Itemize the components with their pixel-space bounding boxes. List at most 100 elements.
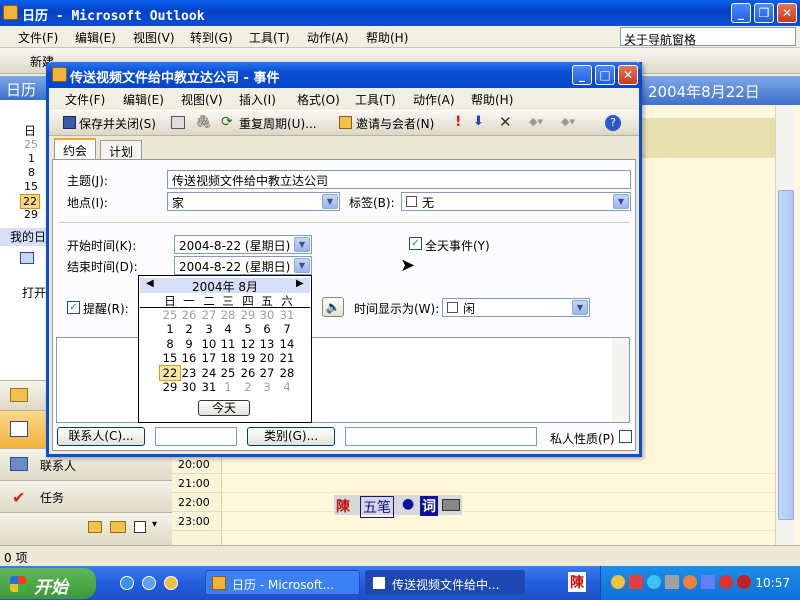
tray-icon[interactable] xyxy=(665,575,679,589)
tray-icon[interactable] xyxy=(611,575,625,589)
chevron-down-icon[interactable]: ▼ xyxy=(322,194,338,209)
day-cell[interactable]: 15 xyxy=(160,351,180,365)
dlg-menu-file[interactable]: 文件(F) xyxy=(65,91,105,108)
tag-select[interactable]: 无 ▼ xyxy=(401,192,631,211)
day-cell[interactable]: 21 xyxy=(277,351,297,365)
day-cell[interactable]: 12 xyxy=(238,337,258,351)
selected-day-cell[interactable]: 22 xyxy=(159,364,181,381)
day-cell[interactable]: 4 xyxy=(277,380,297,394)
calendar-scrollbar[interactable] xyxy=(775,105,795,545)
day-cell[interactable]: 24 xyxy=(199,366,219,380)
high-importance-icon[interactable]: ! xyxy=(455,114,461,130)
day-cell[interactable]: 29 xyxy=(238,308,258,322)
dialog-close-button[interactable]: ✕ xyxy=(618,65,638,85)
day-cell[interactable]: 31 xyxy=(199,380,219,394)
maximize-button[interactable]: ❐ xyxy=(754,3,774,23)
day-cell[interactable]: 10 xyxy=(199,337,219,351)
day-cell[interactable]: 27 xyxy=(257,366,277,380)
day-cell[interactable]: 26 xyxy=(179,308,199,322)
menu-file[interactable]: 文件(F) xyxy=(18,29,58,46)
day-cell[interactable]: 23 xyxy=(179,366,199,380)
categories-field[interactable] xyxy=(345,427,537,446)
day-cell[interactable]: 1 xyxy=(218,380,238,394)
menu-help[interactable]: 帮助(H) xyxy=(366,29,408,46)
recurrence-button[interactable]: 重复周期(U)... xyxy=(239,115,317,132)
ime-mode[interactable]: 陳 xyxy=(336,496,350,516)
ime-fullwidth[interactable]: ● xyxy=(402,496,414,512)
day-cell[interactable]: 17 xyxy=(199,351,219,365)
day-cell[interactable]: 30 xyxy=(257,308,277,322)
chevron-down-icon[interactable]: ▼ xyxy=(294,237,310,252)
quicklaunch-outlook-icon[interactable] xyxy=(164,576,178,590)
day-cell[interactable]: 6 xyxy=(257,322,277,336)
save-close-button[interactable]: 保存并关闭(S) xyxy=(79,115,156,132)
mini-cal-day[interactable]: 15 xyxy=(24,180,38,193)
menu-view[interactable]: 视图(V) xyxy=(133,29,175,46)
help-search-box[interactable]: 关于导航窗格 xyxy=(620,27,796,47)
ime-word[interactable]: 词 xyxy=(420,496,438,516)
dlg-menu-actions[interactable]: 动作(A) xyxy=(413,91,455,108)
chevron-down-icon[interactable]: ▼ xyxy=(572,300,588,315)
invite-attendees-button[interactable]: 邀请与会者(N) xyxy=(356,115,434,132)
start-button[interactable]: 开始 xyxy=(0,568,96,599)
taskbar-item-calendar[interactable]: 日历 - Microsoft... xyxy=(205,570,360,595)
day-cell[interactable]: 5 xyxy=(238,322,258,336)
day-cell[interactable]: 11 xyxy=(218,337,238,351)
open-shared-calendar-link[interactable]: 打开 xyxy=(22,284,46,301)
scrollbar-thumb[interactable] xyxy=(778,190,794,520)
mini-cal-day[interactable]: 25 xyxy=(24,138,38,151)
minimize-button[interactable]: _ xyxy=(731,3,751,23)
location-select[interactable]: 家 ▼ xyxy=(167,192,340,211)
day-cell[interactable]: 27 xyxy=(199,308,219,322)
day-cell[interactable]: 4 xyxy=(218,322,238,336)
chevron-down-icon[interactable]: ▼ xyxy=(294,258,310,273)
menu-tools[interactable]: 工具(T) xyxy=(249,29,290,46)
notes-scrollbar[interactable] xyxy=(612,338,629,422)
day-cell[interactable]: 14 xyxy=(277,337,297,351)
ime-wubi[interactable]: 五笔 xyxy=(360,496,394,518)
day-cell[interactable]: 18 xyxy=(218,351,238,365)
day-cell[interactable]: 2 xyxy=(238,380,258,394)
day-cell[interactable]: 30 xyxy=(179,380,199,394)
quicklaunch-browser-icon[interactable] xyxy=(142,576,156,590)
day-cell[interactable]: 3 xyxy=(199,322,219,336)
tray-icon[interactable] xyxy=(719,575,733,589)
menu-edit[interactable]: 编辑(E) xyxy=(75,29,116,46)
configure-buttons-icon[interactable]: ▾ xyxy=(152,519,157,530)
day-column[interactable] xyxy=(222,455,775,545)
dlg-menu-insert[interactable]: 插入(I) xyxy=(239,91,276,108)
mini-cal-day[interactable]: 29 xyxy=(24,208,38,221)
shortcut-icon[interactable] xyxy=(134,521,146,533)
day-cell[interactable]: 7 xyxy=(277,322,297,336)
day-cell[interactable]: 8 xyxy=(160,337,180,351)
allday-checkbox[interactable]: ✓ xyxy=(409,237,422,250)
day-cell[interactable]: 28 xyxy=(218,308,238,322)
day-cell[interactable]: 16 xyxy=(179,351,199,365)
tray-icon[interactable] xyxy=(647,575,661,589)
contacts-field[interactable] xyxy=(155,427,237,446)
menu-go[interactable]: 转到(G) xyxy=(190,29,233,46)
next-month-icon[interactable]: ▶ xyxy=(296,278,304,289)
day-cell[interactable]: 2 xyxy=(179,322,199,336)
nav-button-tasks[interactable]: ✔ 任务 xyxy=(0,480,172,512)
reminder-sound-icon[interactable]: 🔈 xyxy=(322,297,344,317)
private-checkbox[interactable] xyxy=(619,430,632,443)
mini-cal-day[interactable]: 1 xyxy=(28,152,35,165)
day-cell[interactable]: 3 xyxy=(257,380,277,394)
previous-item-icon[interactable]: ◆▾ xyxy=(529,115,543,128)
dlg-menu-edit[interactable]: 编辑(E) xyxy=(123,91,164,108)
day-cell[interactable]: 19 xyxy=(238,351,258,365)
dlg-menu-help[interactable]: 帮助(H) xyxy=(471,91,513,108)
reminder-checkbox[interactable]: ✓ xyxy=(67,301,80,314)
prev-month-icon[interactable]: ◀ xyxy=(146,278,154,289)
tray-icon[interactable] xyxy=(701,575,715,589)
dialog-maximize-button[interactable]: □ xyxy=(595,65,615,85)
low-importance-icon[interactable]: ⬇ xyxy=(473,114,484,129)
tray-icon[interactable] xyxy=(683,575,697,589)
notes-icon[interactable] xyxy=(88,521,102,533)
day-cell[interactable]: 25 xyxy=(160,308,180,322)
day-cell[interactable]: 13 xyxy=(257,337,277,351)
dlg-menu-format[interactable]: 格式(O) xyxy=(297,91,340,108)
day-cell[interactable]: 20 xyxy=(257,351,277,365)
contacts-button[interactable]: 联系人(C)... xyxy=(57,427,145,446)
